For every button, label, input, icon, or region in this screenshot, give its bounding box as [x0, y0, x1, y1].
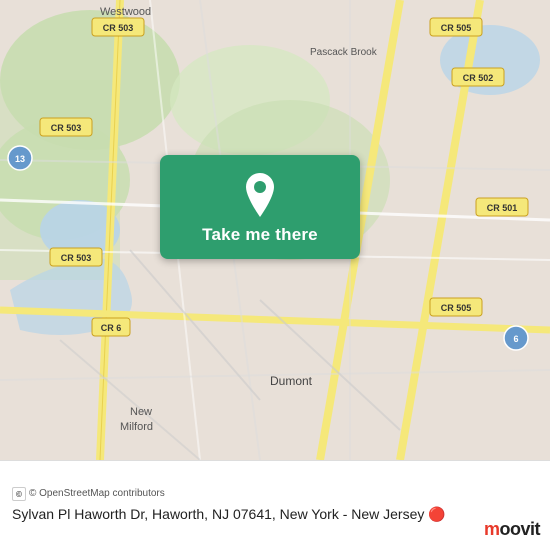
svg-text:CR 505: CR 505 — [441, 23, 472, 33]
svg-text:13: 13 — [15, 154, 25, 164]
moovit-text: moovit — [484, 519, 540, 540]
svg-text:New: New — [130, 406, 152, 418]
pin-area — [160, 155, 360, 225]
svg-text:CR 501: CR 501 — [487, 203, 518, 213]
osm-credit: © © OpenStreetMap contributors — [12, 487, 538, 501]
svg-text:CR 6: CR 6 — [101, 323, 122, 333]
address-line: Sylvan Pl Haworth Dr, Haworth, NJ 07641,… — [12, 505, 538, 525]
bottom-bar: © © OpenStreetMap contributors Sylvan Pl… — [0, 460, 550, 550]
svg-text:Pascack Brook: Pascack Brook — [310, 47, 378, 58]
svg-text:CR 503: CR 503 — [51, 123, 82, 133]
moovit-logo: moovit — [484, 519, 540, 540]
svg-text:CR 503: CR 503 — [61, 253, 92, 263]
svg-text:CR 505: CR 505 — [441, 303, 472, 313]
osm-credit-text: © OpenStreetMap contributors — [29, 488, 165, 499]
moovit-inline-logo: 🔴 — [428, 506, 445, 522]
map-container: CR 503 CR 503 CR 503 CR 502 CR 505 CR 50… — [0, 0, 550, 460]
svg-text:Milford: Milford — [120, 421, 153, 433]
location-pin-icon — [242, 173, 278, 217]
button-label: Take me there — [202, 225, 318, 245]
osm-logo: © — [12, 487, 26, 501]
svg-text:Westwood: Westwood — [100, 6, 151, 18]
svg-text:6: 6 — [513, 334, 518, 344]
svg-text:CR 502: CR 502 — [463, 73, 494, 83]
take-me-there-button[interactable]: Take me there — [160, 155, 360, 259]
address-text: Sylvan Pl Haworth Dr, Haworth, NJ 07641,… — [12, 506, 424, 522]
svg-text:CR 503: CR 503 — [103, 23, 134, 33]
svg-text:Dumont: Dumont — [270, 374, 313, 388]
